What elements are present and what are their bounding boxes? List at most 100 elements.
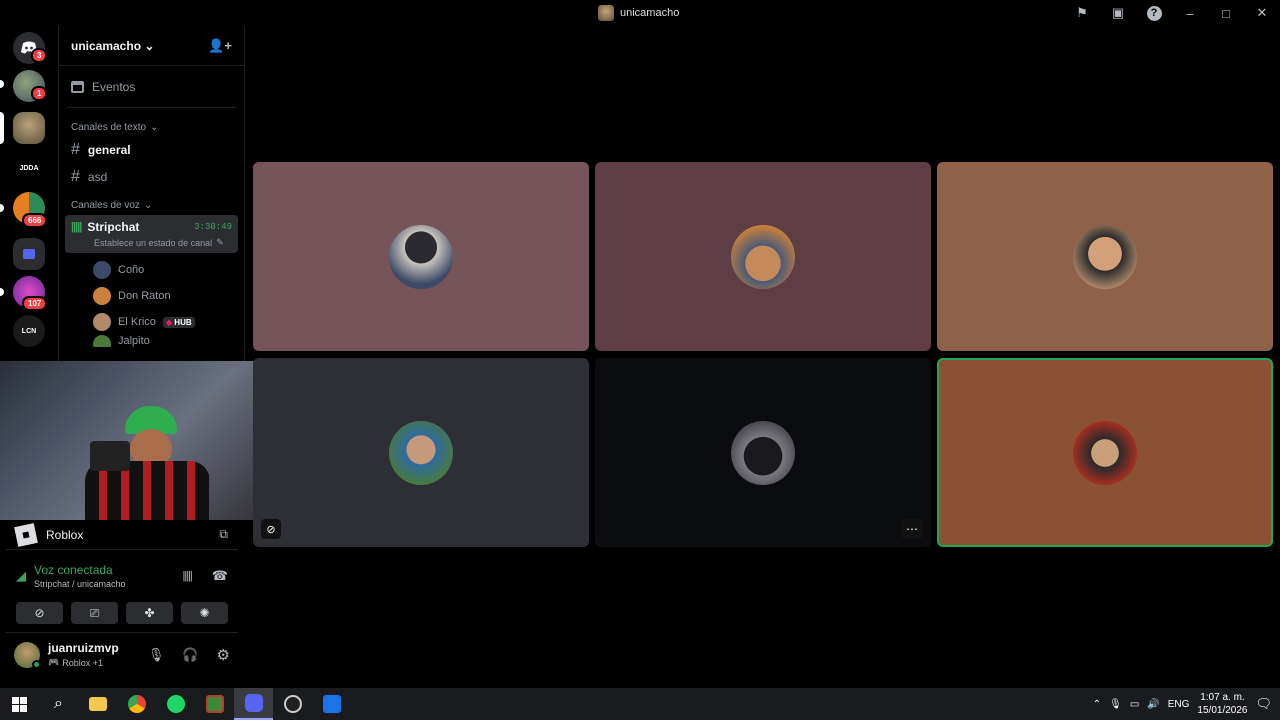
video-tile[interactable]	[937, 162, 1273, 351]
network-icon[interactable]: ▭	[1130, 699, 1139, 710]
flag-icon[interactable]: ⚑	[1064, 0, 1100, 26]
voice-user[interactable]: Coño	[59, 257, 244, 283]
roblox-taskbar-icon[interactable]	[312, 688, 351, 720]
voice-controls: ⊘ ⎚ ✤ ✺	[6, 594, 238, 632]
unread-pill	[0, 288, 4, 296]
voice-user-name: El Krico	[118, 316, 156, 328]
window-title-text: unicamacho	[620, 7, 680, 19]
server-icon-active[interactable]	[13, 112, 45, 144]
server-avatar-icon	[598, 5, 614, 21]
file-explorer-icon[interactable]	[78, 688, 117, 720]
voice-user[interactable]: El Krico ◆ HUB	[59, 309, 244, 335]
chevron-down-icon: ⌄	[143, 200, 153, 211]
settings-gear-icon[interactable]: ⚙	[217, 646, 230, 664]
microphone-icon[interactable]: 🎙	[148, 647, 165, 663]
category-label: Canales de voz	[71, 200, 140, 211]
webcam-overlay	[0, 361, 285, 520]
active-server-pill	[0, 112, 4, 144]
voice-user-name: Coño	[118, 264, 145, 276]
microphone-tray-icon[interactable]: 🎙	[1109, 699, 1122, 710]
video-tile-speaking[interactable]	[937, 358, 1273, 547]
server-icon-jdda[interactable]: JDDA	[13, 152, 45, 184]
avatar[interactable]	[14, 641, 41, 669]
video-tile[interactable]: ⊘	[253, 358, 589, 547]
help-icon[interactable]: ?	[1136, 0, 1172, 26]
maximize-icon[interactable]: □	[1208, 0, 1244, 26]
channel-status-placeholder[interactable]: Establece un estado de canal	[94, 238, 212, 248]
participant-avatar	[1073, 224, 1137, 289]
video-tile[interactable]	[253, 162, 589, 351]
chevron-up-icon[interactable]: ⌃	[1093, 699, 1101, 710]
user-activity: Roblox +1	[62, 657, 103, 668]
voice-status: Voz conectada	[34, 563, 113, 577]
gamepad-icon: 🎮	[48, 657, 60, 667]
minimize-icon[interactable]: –	[1172, 0, 1208, 26]
activities-button[interactable]: ✤	[126, 602, 173, 624]
avatar	[93, 261, 111, 279]
screen-share-icon: ⎚	[89, 605, 100, 620]
server-header[interactable]: unicamacho ⌄ 👤+	[59, 26, 244, 66]
voice-user[interactable]: Jalpito	[59, 335, 244, 347]
folder-icon[interactable]	[13, 238, 45, 270]
headphones-icon[interactable]: 🎧	[182, 647, 198, 663]
signal-icon[interactable]: ◢	[16, 568, 26, 584]
notifications-icon[interactable]: 🗨	[1255, 696, 1272, 712]
voice-activity-icon: |||||	[71, 221, 82, 233]
server-unread-badge: 666	[22, 213, 48, 228]
close-icon[interactable]: ✕	[1244, 0, 1280, 26]
chevron-down-icon: ⌄	[144, 38, 155, 53]
webcam-person	[70, 391, 220, 520]
channel-general[interactable]: # general	[59, 136, 244, 163]
language-indicator[interactable]: ENG	[1168, 699, 1190, 710]
voice-location[interactable]: Stripchat / unicamacho	[34, 579, 126, 589]
search-icon[interactable]: ⌕	[39, 688, 78, 720]
clock[interactable]: 1:07 a. m. 15/01/2026	[1197, 692, 1247, 716]
channel-asd[interactable]: # asd	[59, 163, 244, 190]
camera-off-icon: ⊘	[261, 519, 281, 539]
dm-unread-badge: 3	[31, 48, 48, 63]
events-label: Eventos	[92, 79, 136, 94]
soundboard-button[interactable]: ✺	[181, 602, 228, 624]
activity-name: Roblox	[46, 527, 84, 542]
add-member-icon[interactable]: 👤+	[208, 38, 232, 54]
windows-taskbar: ⌕ ⌃ 🎙 ▭ 🔊 ENG 1:07 a. m. 15/01/2026 🗨	[0, 688, 1280, 720]
online-status-dot	[32, 659, 41, 669]
events-link[interactable]: Eventos	[67, 66, 236, 108]
video-tile[interactable]	[595, 162, 931, 351]
discord-taskbar-icon[interactable]	[234, 688, 273, 720]
more-options-icon[interactable]: ⋯	[901, 519, 923, 539]
voice-channel-name: Stripchat	[87, 220, 140, 234]
voice-user-name: Don Raton	[118, 290, 171, 302]
spotify-icon[interactable]	[156, 688, 195, 720]
chevron-down-icon: ⌄	[150, 122, 159, 133]
soundboard-icon: ✺	[199, 606, 210, 620]
hashtag-icon: #	[71, 140, 80, 158]
chrome-icon[interactable]	[117, 688, 156, 720]
video-tile[interactable]: ⋯	[595, 358, 931, 547]
activities-icon: ✤	[144, 606, 155, 620]
app-icon[interactable]	[195, 688, 234, 720]
system-tray: ⌃ 🎙 ▭ 🔊 ENG 1:07 a. m. 15/01/2026 🗨	[1093, 688, 1280, 720]
hub-badge-label: HUB	[174, 317, 192, 327]
stream-icon[interactable]: ⧉	[219, 527, 228, 542]
disconnect-icon[interactable]: ☎	[212, 568, 228, 584]
pencil-icon[interactable]: ✎	[216, 237, 224, 248]
screen-share-button[interactable]: ⎚	[71, 602, 118, 624]
participant-avatar	[731, 224, 795, 289]
voice-channels-category[interactable]: Canales de voz ⌄	[59, 200, 244, 211]
gem-icon: ◆	[165, 317, 173, 327]
obs-icon[interactable]	[273, 688, 312, 720]
voice-user[interactable]: Don Raton	[59, 283, 244, 309]
activity-row[interactable]: Roblox ⧉	[6, 520, 238, 550]
voice-channel-stripchat[interactable]: ||||| Stripchat 3:30:49 Establece un est…	[65, 215, 238, 253]
windows-start-icon[interactable]	[0, 688, 39, 720]
window-titlebar: unicamacho ⚑ ▣ ? – □ ✕	[0, 0, 1280, 26]
server-icon-lcn[interactable]: LCN	[13, 315, 45, 347]
camera-off-button[interactable]: ⊘	[16, 602, 63, 624]
text-channels-category[interactable]: Canales de texto ⌄	[59, 122, 244, 133]
inbox-icon[interactable]: ▣	[1100, 0, 1136, 26]
noise-suppression-icon[interactable]: |||||	[183, 570, 193, 582]
username[interactable]: juanruizmvp	[48, 641, 119, 655]
volume-icon[interactable]: 🔊	[1147, 699, 1159, 710]
calendar-icon	[71, 80, 84, 93]
